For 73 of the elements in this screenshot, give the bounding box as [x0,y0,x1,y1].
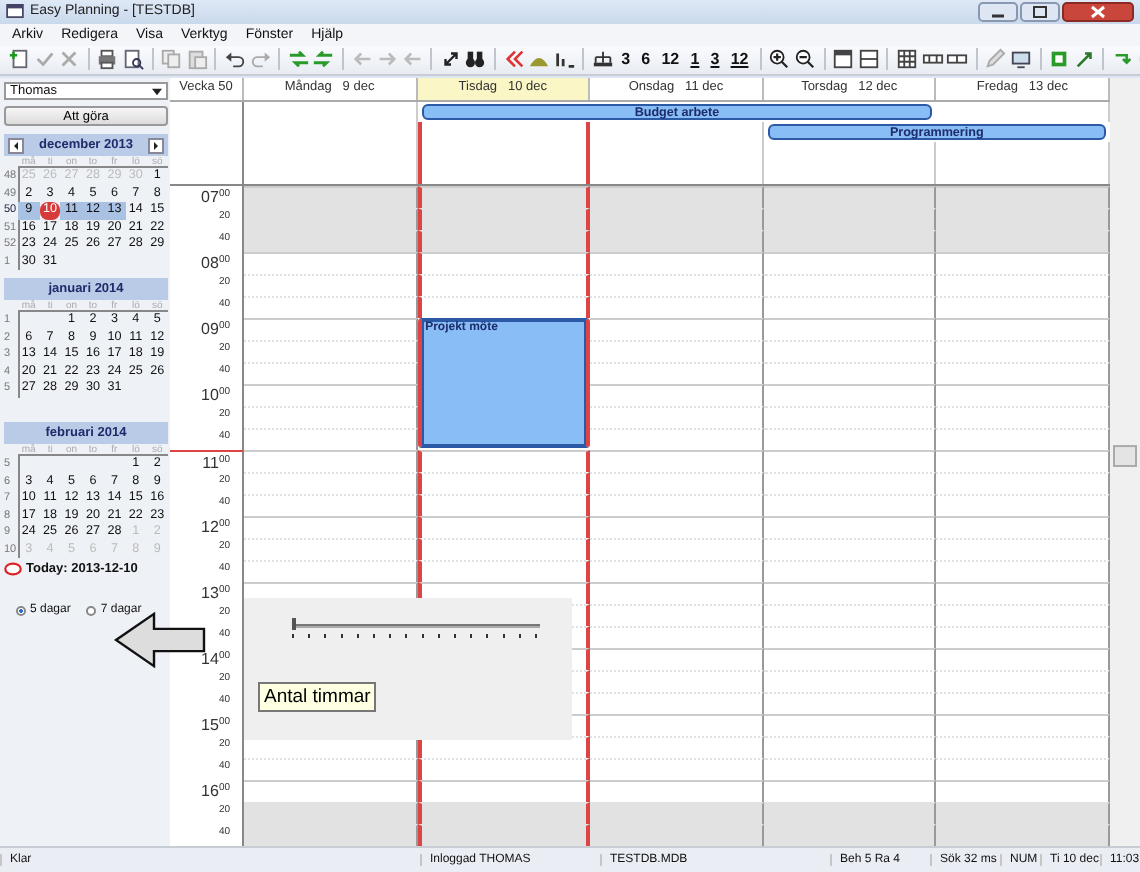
minimize-button[interactable] [978,1,1018,22]
toolbar-button[interactable]: 3 [617,50,635,69]
caret-icon [152,87,162,96]
time-slot[interactable] [417,230,591,253]
printer-icon[interactable] [96,48,119,71]
today-icon [4,562,22,577]
next-month-button[interactable] [148,137,164,154]
time-slot[interactable] [417,472,591,495]
time-label: 20 [170,538,244,561]
time-slot[interactable] [417,758,591,781]
time-label: 40 [170,428,244,451]
time-label: 20 [170,274,244,297]
time-label: 16$^{00}$ [170,780,244,803]
hierarchy-icon[interactable] [592,48,615,71]
time-label: 08$^{00}$ [170,252,244,275]
scrollbar[interactable] [1110,78,1140,847]
binoculars-icon[interactable] [464,48,487,71]
swap-arrows-icon[interactable] [287,48,310,71]
arrow-icon[interactable] [376,48,399,71]
time-slot[interactable] [417,186,591,209]
swap-arrows-icon[interactable] [312,48,335,71]
paste-icon[interactable] [185,48,208,71]
double-chevron-icon[interactable] [503,48,526,71]
square-icon[interactable] [1048,48,1071,71]
app-icon [6,4,24,19]
zoom-out-icon[interactable] [794,48,816,71]
toolbar-button[interactable]: 3 [706,50,724,69]
window-icon[interactable] [857,48,880,71]
maximize-button[interactable] [1020,1,1060,22]
time-slot[interactable] [417,274,591,297]
time-slot[interactable] [417,560,591,583]
time-label: 40 [170,362,244,385]
time-label: 20 [170,340,244,363]
time-label: 40 [170,494,244,517]
arrow-icon[interactable] [351,48,373,71]
monitor-icon[interactable] [1009,48,1032,71]
time-slot[interactable] [417,494,591,517]
time-slot[interactable] [417,516,591,539]
bar-chart-icon[interactable] [553,48,576,71]
close-icon[interactable] [58,48,81,71]
time-label: 20 [170,472,244,495]
arrow-drawing [114,612,206,669]
time-label: 10$^{00}$ [170,384,244,407]
time-label: 12$^{00}$ [170,516,244,539]
hours-slider[interactable] [292,618,540,639]
tooltip: Antal timmar [258,682,377,713]
copy-icon[interactable] [160,48,183,71]
time-slot[interactable] [417,824,591,847]
arrow-icon[interactable] [401,48,424,71]
toolbar-button[interactable]: 1 [686,50,704,69]
diagonal-arrow-icon[interactable] [1073,48,1096,71]
close-button[interactable] [1062,1,1134,22]
time-slot[interactable] [417,538,591,561]
zoom-in-icon[interactable] [768,48,791,71]
toolbar-button[interactable]: 6 [637,50,655,69]
time-label: 40 [170,296,244,319]
time-slot[interactable] [417,802,591,825]
print-preview-icon[interactable] [121,48,144,71]
time-label: 40 [170,758,244,781]
window-icon[interactable] [832,48,855,71]
previous-month-button[interactable] [8,137,24,154]
undo-icon[interactable] [223,48,246,71]
time-label: 11$^{00}$ [170,450,244,473]
toolbar-button[interactable]: 12 [726,50,753,69]
all-day-cell[interactable] [417,121,591,142]
toolbar-button[interactable]: 12 [657,50,684,69]
check-icon[interactable] [33,48,56,71]
time-label: 40 [170,560,244,583]
time-slot[interactable] [417,252,591,275]
table-icon[interactable] [895,48,918,71]
new-document-icon[interactable] [8,48,30,71]
time-label: 09$^{00}$ [170,318,244,341]
time-label: 20 [170,406,244,429]
